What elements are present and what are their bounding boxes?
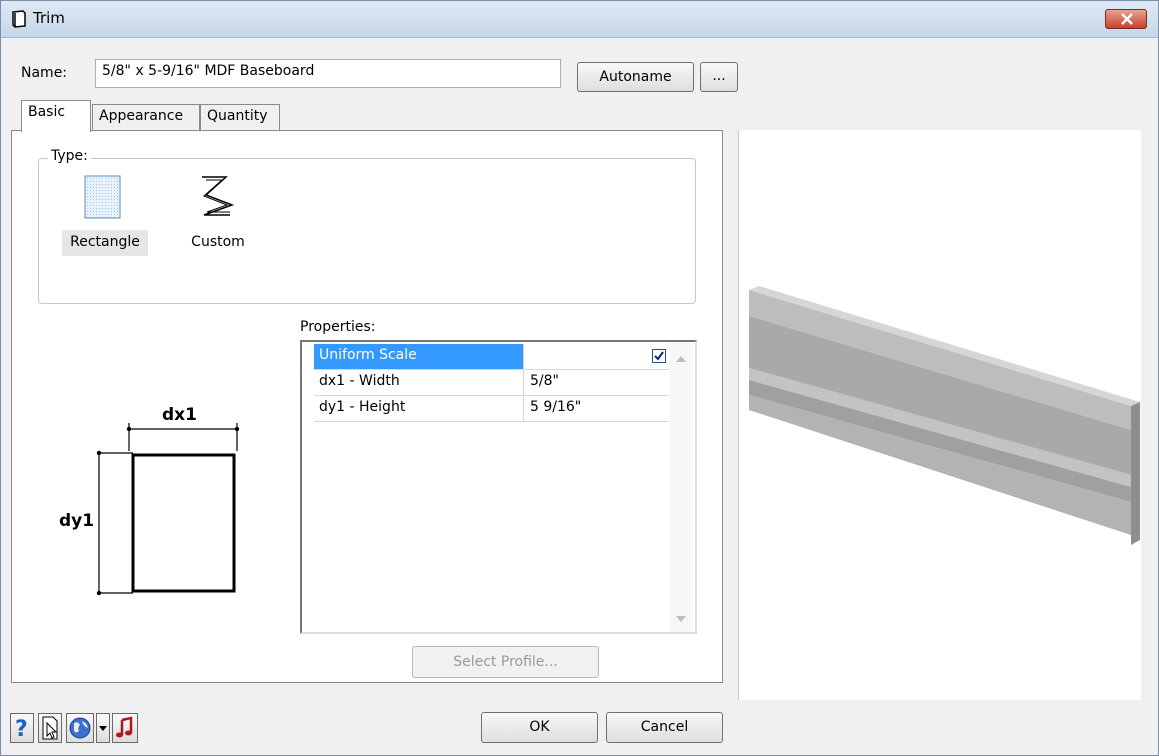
- autoname-button[interactable]: Autoname: [577, 62, 694, 92]
- trim-app-icon: [12, 10, 26, 28]
- properties-scrollbar[interactable]: [670, 342, 693, 632]
- name-label: Name:: [21, 65, 68, 81]
- prop-row-uniform-scale[interactable]: Uniform Scale: [314, 344, 669, 370]
- name-input[interactable]: 5/8" x 5-9/16" MDF Baseboard: [95, 59, 561, 88]
- music-note-icon: [116, 716, 133, 738]
- info-cursor-icon: [42, 716, 58, 740]
- close-icon: [1121, 13, 1133, 25]
- globe-dropdown-button[interactable]: [96, 713, 110, 743]
- prop-name: Uniform Scale: [314, 344, 524, 369]
- tab-basic[interactable]: Basic: [21, 100, 91, 132]
- prop-name: dx1 - Width: [314, 370, 524, 395]
- tab-quantity[interactable]: Quantity: [200, 104, 280, 130]
- info-cursor-button[interactable]: [38, 713, 62, 743]
- preview-panel: [738, 130, 1141, 700]
- prop-value-cell: [524, 344, 669, 369]
- help-button[interactable]: ?: [10, 713, 34, 743]
- baseboard-3d-preview: [749, 286, 1140, 545]
- window-title: Trim: [33, 9, 65, 27]
- cancel-button[interactable]: Cancel: [606, 712, 723, 743]
- close-button[interactable]: [1105, 9, 1147, 29]
- diagram-height-label: dy1: [59, 511, 95, 531]
- uniform-scale-checkbox[interactable]: [652, 349, 666, 363]
- globe-button[interactable]: [66, 713, 94, 743]
- more-button[interactable]: ...: [700, 62, 738, 92]
- globe-icon: [69, 717, 91, 739]
- prop-name: dy1 - Height: [314, 396, 524, 421]
- properties-grid: Uniform Scale dx1 - Width 5/8" dy1 - Hei…: [300, 340, 697, 634]
- svg-text:?: ?: [15, 717, 28, 742]
- trim-dialog: Trim Name: 5/8" x 5-9/16" MDF Baseboard …: [0, 0, 1159, 756]
- rectangle-icon: [84, 175, 121, 219]
- dimension-diagram: [96, 423, 240, 596]
- type-rectangle-label[interactable]: Rectangle: [62, 230, 148, 256]
- scroll-up-arrow-icon[interactable]: [676, 356, 686, 362]
- scroll-down-arrow-icon[interactable]: [676, 616, 686, 622]
- select-profile-button[interactable]: Select Profile...: [412, 646, 599, 678]
- type-rectangle-icon-button[interactable]: [81, 175, 125, 219]
- prop-row-dy1-height[interactable]: dy1 - Height 5 9/16": [314, 396, 669, 422]
- music-button[interactable]: [112, 713, 138, 743]
- type-group-legend: Type:: [48, 148, 91, 164]
- dropdown-arrow-icon: [99, 726, 107, 731]
- title-bar[interactable]: Trim: [1, 1, 1158, 38]
- help-icon: ?: [15, 717, 28, 742]
- tab-appearance[interactable]: Appearance: [92, 104, 200, 130]
- custom-profile-icon: [202, 176, 235, 216]
- type-custom-icon-button[interactable]: [194, 175, 238, 219]
- prop-row-dx1-width[interactable]: dx1 - Width 5/8": [314, 370, 669, 396]
- properties-label: Properties:: [300, 319, 376, 335]
- prop-value[interactable]: 5 9/16": [524, 396, 669, 421]
- type-custom-label[interactable]: Custom: [183, 230, 253, 256]
- diagram-width-label: dx1: [162, 405, 197, 425]
- ok-button[interactable]: OK: [481, 712, 598, 743]
- prop-value[interactable]: 5/8": [524, 370, 669, 395]
